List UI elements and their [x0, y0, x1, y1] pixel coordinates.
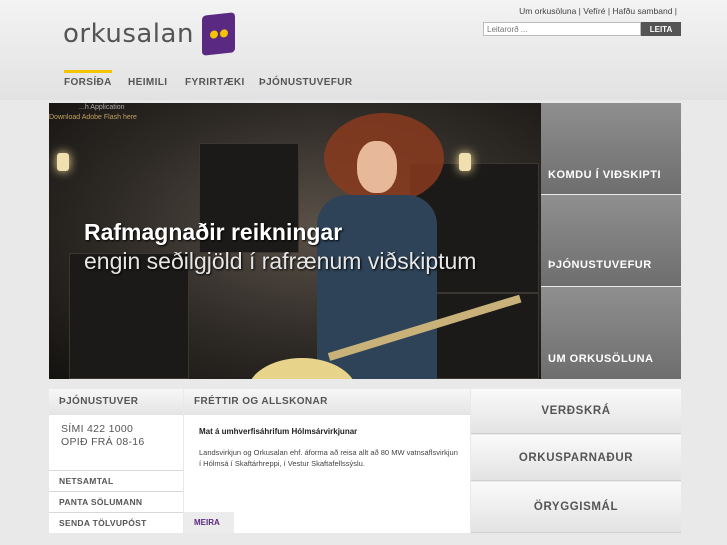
banner-title: Rafmagnaðir reikningar: [84, 219, 343, 245]
side-button-label: KOMDU Í VIÐSKIPTI: [548, 169, 662, 181]
hero-banner[interactable]: ...h Application Download Adobe Flash he…: [49, 103, 541, 379]
service-panel: ÞJÓNUSTUVER SÍMI 422 1000 OPIÐ FRÁ 08-16…: [49, 389, 183, 533]
side-button-about[interactable]: UM ORKUSÖLUNA: [541, 287, 681, 379]
service-contact: SÍMI 422 1000 OPIÐ FRÁ 08-16: [49, 415, 183, 449]
side-button-label: UM ORKUSÖLUNA: [548, 353, 654, 365]
logo[interactable]: orkusalan: [63, 12, 235, 56]
link-order-salesperson[interactable]: PANTA SÖLUMANN: [49, 491, 183, 511]
news-panel: FRÉTTIR OG ALLSKONAR Mat á umhverfisáhri…: [184, 389, 470, 533]
news-more-link[interactable]: MEIRA: [184, 512, 234, 533]
top-link-sitemap[interactable]: Vefíré: [583, 6, 605, 16]
top-links: Um orkusöluna | Vefíré | Hafðu samband |: [519, 6, 677, 16]
news-item-title[interactable]: Mat á umhverfisáhrifum Hólmsárvirkjunar: [199, 427, 357, 436]
top-link-about[interactable]: Um orkusöluna: [519, 6, 576, 16]
news-item-body: Landsvirkjun og Orkusalan ehf. áforma að…: [199, 448, 458, 468]
guitarist-face-graphic: [357, 141, 397, 193]
news-heading: FRÉTTIR OG ALLSKONAR: [184, 389, 470, 415]
button-safety[interactable]: ÖRYGGISMÁL: [471, 482, 681, 533]
nav-item-home[interactable]: FORSÍÐA: [64, 70, 112, 96]
flash-notice-line: ...h Application: [79, 104, 125, 111]
top-link-contact[interactable]: Hafðu samband: [612, 6, 672, 16]
side-button-service-web[interactable]: ÞJÓNUSTUVEFUR: [541, 195, 681, 286]
flash-download-link[interactable]: Download Adobe Flash here: [49, 113, 137, 123]
nav-item-business[interactable]: FYRIRTÆKI: [185, 70, 245, 96]
logo-mark-icon: [201, 12, 235, 56]
service-hours: OPIÐ FRÁ 08-16: [61, 436, 145, 448]
nav-item-household[interactable]: HEIMILI: [128, 70, 167, 96]
nav-item-service-web[interactable]: ÞJÓNUSTUVEFUR: [259, 70, 353, 96]
service-phone: SÍMI 422 1000: [61, 423, 134, 435]
search-button[interactable]: LEITA: [641, 22, 681, 36]
wall-lamp-graphic: [459, 153, 471, 171]
flash-notice: ...h Application Download Adobe Flash he…: [49, 103, 137, 123]
side-button-become-customer[interactable]: KOMDU Í VIÐSKIPTI: [541, 103, 681, 194]
link-send-email[interactable]: SENDA TÖLVUPÓST: [49, 512, 183, 532]
button-energy-saving[interactable]: ORKUSPARNAÐUR: [471, 435, 681, 481]
side-button-label: ÞJÓNUSTUVEFUR: [548, 259, 652, 271]
wall-lamp-graphic: [57, 153, 69, 171]
search-input[interactable]: [483, 22, 641, 36]
button-price-list[interactable]: VERÐSKRÁ: [471, 389, 681, 434]
service-heading: ÞJÓNUSTUVER: [49, 389, 183, 415]
search-form: LEITA: [483, 22, 681, 36]
logo-text: orkusalan: [63, 19, 194, 49]
banner-subtitle: engin seðilgjöld í rafrænum viðskiptum: [84, 248, 477, 274]
link-live-chat[interactable]: NETSAMTAL: [49, 470, 183, 490]
main-nav: FORSÍÐA HEIMILI FYRIRTÆKI ÞJÓNUSTUVEFUR: [49, 70, 681, 96]
